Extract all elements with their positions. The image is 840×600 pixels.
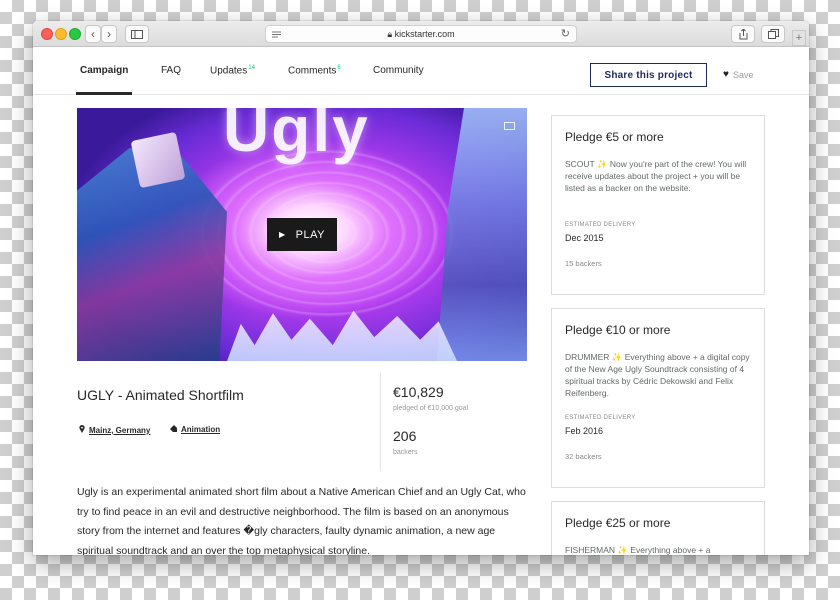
active-tab-indicator <box>76 92 132 95</box>
browser-window: ‹ › 🔒︎ kickstarter.com ↻ Campaign FAQ Up… <box>33 21 809 555</box>
share-sheet-icon[interactable] <box>731 25 755 43</box>
comments-count: 6 <box>337 65 341 71</box>
save-label: Save <box>732 69 754 80</box>
reward-description: DRUMMER ✨ Everything above + a digital c… <box>565 352 750 398</box>
video-title-logo: Ugly <box>223 108 370 165</box>
reward-amount: Pledge €25 or more <box>565 516 671 530</box>
chief-head <box>130 131 186 189</box>
stats-divider <box>380 373 381 471</box>
tab-updates[interactable]: Updates14 <box>210 65 255 76</box>
pledged-goal-label: pledged of €10,000 goal <box>393 405 469 412</box>
reward-card[interactable]: Pledge €25 or more FISHERMAN ✨ Everythin… <box>551 501 765 555</box>
delivery-date: Dec 2015 <box>565 233 604 243</box>
reward-backers: 32 backers <box>565 452 602 461</box>
project-description: Ugly is an experimental animated short f… <box>77 486 526 555</box>
tag-icon <box>170 425 177 434</box>
new-tab-icon[interactable]: + <box>792 30 806 46</box>
url-text: kickstarter.com <box>394 29 455 39</box>
reward-backers: 15 backers <box>565 259 602 268</box>
reward-amount: Pledge €10 or more <box>565 323 671 337</box>
reward-description: FISHERMAN ✨ Everything above + a <box>565 545 711 555</box>
tab-campaign[interactable]: Campaign <box>80 65 128 76</box>
play-label: PLAY <box>295 228 325 241</box>
backers-count: 206 <box>393 428 417 444</box>
reward-card[interactable]: Pledge €5 or more SCOUT ✨ Now you're par… <box>551 115 765 295</box>
forward-icon[interactable]: › <box>101 25 117 43</box>
reward-description: SCOUT ✨ Now you're part of the crew! You… <box>565 159 747 193</box>
reward-card[interactable]: Pledge €10 or more DRUMMER ✨ Everything … <box>551 308 765 488</box>
location-pin-icon <box>79 425 85 435</box>
category-link[interactable]: Animation <box>170 425 220 434</box>
play-button[interactable]: ▶ PLAY <box>267 218 337 251</box>
expand-icon[interactable] <box>504 122 515 130</box>
tab-comments[interactable]: Comments6 <box>288 65 341 76</box>
updates-count: 14 <box>248 65 255 71</box>
location-link[interactable]: Mainz, Germany <box>79 425 150 435</box>
zoom-window-button[interactable] <box>69 28 81 40</box>
minimize-window-button[interactable] <box>55 28 67 40</box>
project-video[interactable]: Ugly ▶ PLAY <box>77 108 527 361</box>
sidebar-toggle-icon[interactable] <box>125 25 149 43</box>
browser-toolbar: ‹ › 🔒︎ kickstarter.com ↻ <box>33 21 809 47</box>
city-building-figure <box>437 108 527 361</box>
save-button[interactable]: ♥ Save <box>723 69 753 80</box>
lock-icon: 🔒︎ <box>387 29 393 39</box>
close-window-button[interactable] <box>41 28 53 40</box>
delivery-label: ESTIMATED DELIVERY <box>565 415 636 421</box>
share-project-button[interactable]: Share this project <box>590 63 707 87</box>
backers-label: backers <box>393 449 418 456</box>
pledged-amount: €10,829 <box>393 384 444 400</box>
play-icon: ▶ <box>279 230 286 239</box>
tab-faq[interactable]: FAQ <box>161 65 181 76</box>
delivery-date: Feb 2016 <box>565 426 604 436</box>
reload-icon[interactable]: ↻ <box>561 27 570 40</box>
project-nav: Campaign FAQ Updates14 Comments6 Communi… <box>33 47 809 95</box>
address-bar[interactable]: 🔒︎ kickstarter.com ↻ <box>265 25 577 43</box>
reward-amount: Pledge €5 or more <box>565 130 664 144</box>
tab-community[interactable]: Community <box>373 65 424 76</box>
back-icon[interactable]: ‹ <box>85 25 101 43</box>
project-title: UGLY - Animated Shortfilm <box>77 387 244 403</box>
heart-icon: ♥ <box>723 69 729 80</box>
tabs-overview-icon[interactable] <box>761 25 785 43</box>
delivery-label: ESTIMATED DELIVERY <box>565 222 636 228</box>
